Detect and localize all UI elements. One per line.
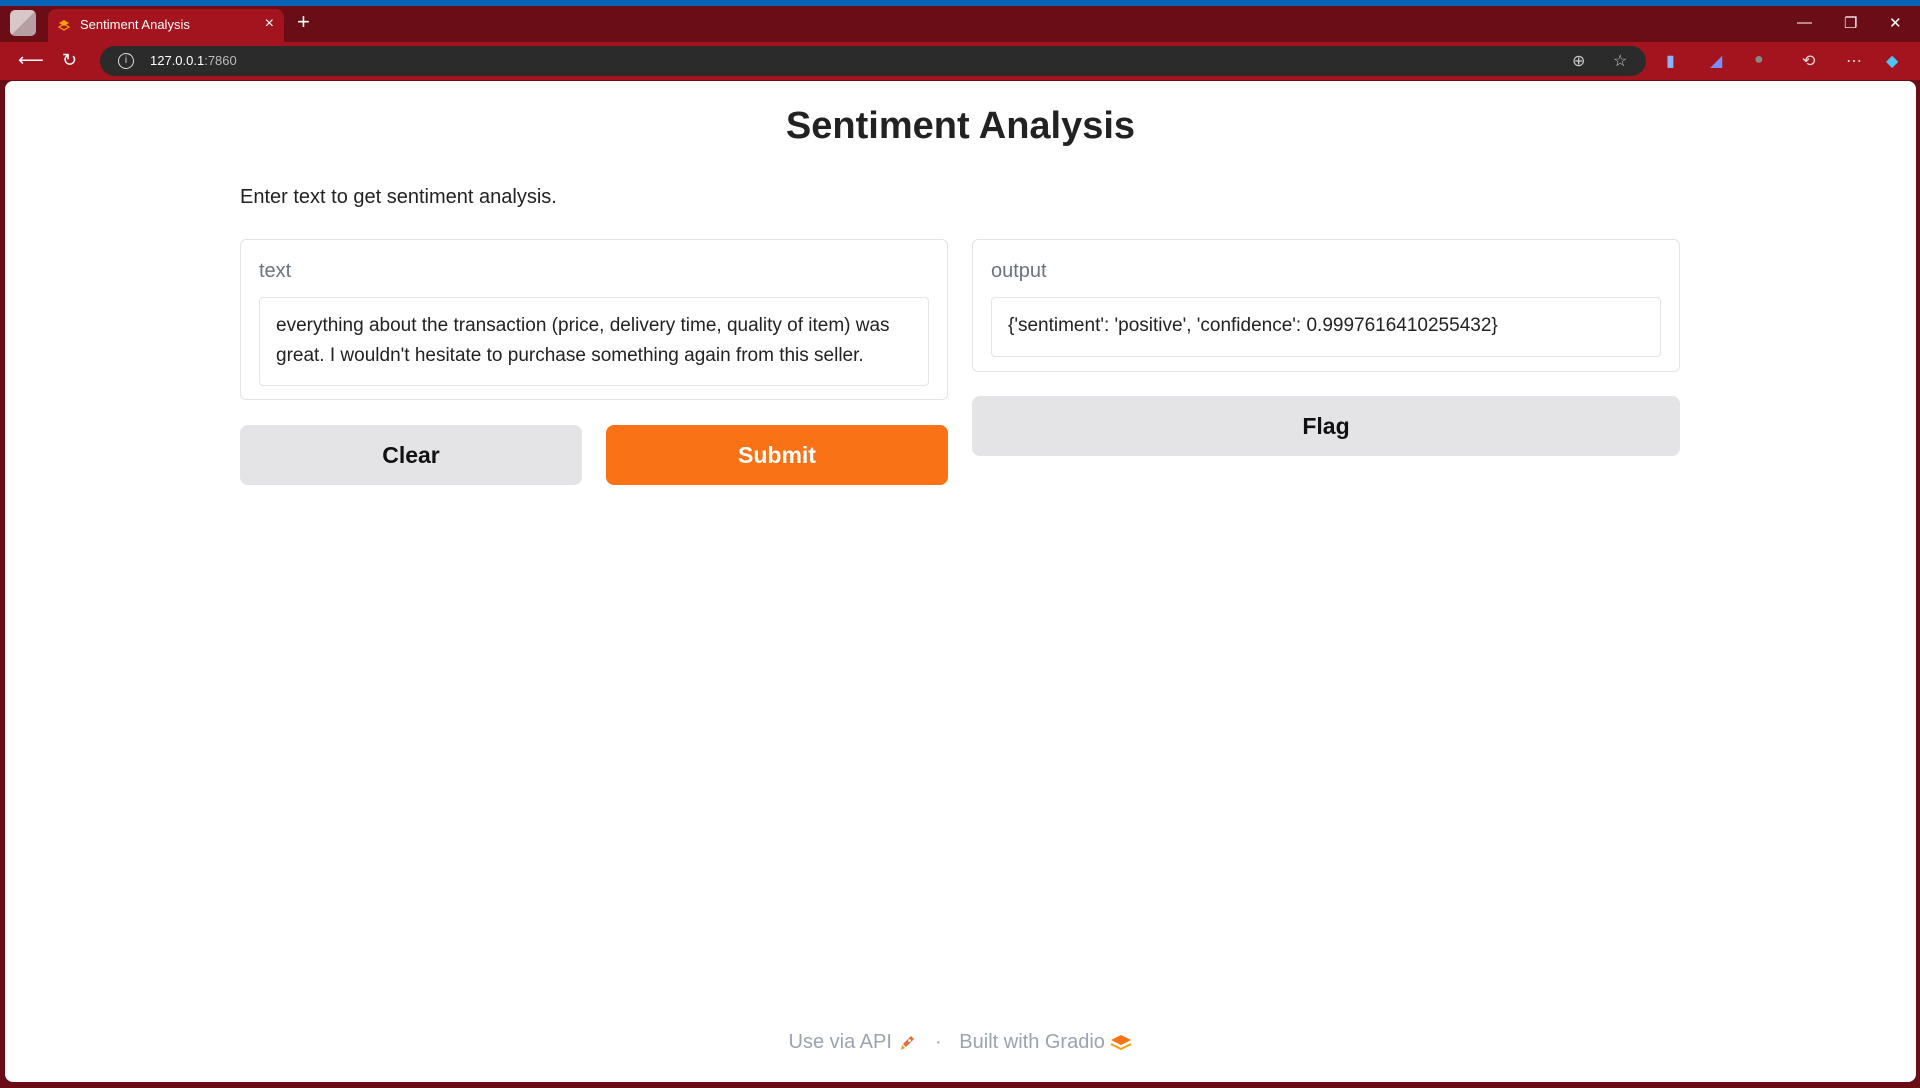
page-title: Sentiment Analysis: [785, 105, 1136, 147]
clear-button[interactable]: Clear: [240, 425, 582, 485]
restore-icon[interactable]: ❐: [1844, 14, 1857, 32]
footer-separator: ·: [935, 1031, 942, 1054]
input-panel: text everything about the transaction (p…: [240, 239, 948, 400]
extension-ai-icon[interactable]: ◢: [1710, 51, 1722, 71]
tab-title: Sentiment Analysis: [80, 17, 190, 32]
history-icon[interactable]: ⟲: [1802, 51, 1815, 71]
submit-button[interactable]: Submit: [606, 425, 948, 485]
favorite-star-icon[interactable]: ☆: [1613, 51, 1627, 71]
output-field: {'sentiment': 'positive', 'confidence': …: [991, 297, 1661, 357]
extension-document-icon[interactable]: ▮: [1666, 51, 1675, 71]
back-arrow-icon[interactable]: ⟵: [18, 50, 44, 71]
new-tab-button[interactable]: +: [297, 11, 310, 33]
output-label: output: [991, 260, 1047, 282]
profile-avatar[interactable]: [10, 10, 36, 36]
site-info-icon[interactable]: i: [118, 53, 134, 69]
browser-tab-bar: Sentiment Analysis × + — ❐ ✕: [0, 6, 1920, 42]
url-text: 127.0.0.1:7860: [150, 53, 237, 68]
flag-button[interactable]: Flag: [972, 396, 1680, 456]
page-description: Enter text to get sentiment analysis.: [240, 186, 557, 208]
copilot-icon[interactable]: ◆: [1886, 51, 1898, 71]
rocket-icon: [901, 1035, 915, 1050]
minimize-icon[interactable]: —: [1797, 14, 1812, 31]
text-input[interactable]: everything about the transaction (price,…: [259, 297, 929, 386]
reload-icon[interactable]: ↻: [62, 50, 77, 71]
built-with-gradio-link[interactable]: Built with Gradio: [959, 1031, 1105, 1053]
address-bar[interactable]: i 127.0.0.1:7860 ⊕ ☆: [100, 46, 1646, 76]
input-label: text: [259, 260, 292, 282]
output-panel: output {'sentiment': 'positive', 'confid…: [972, 239, 1680, 372]
zoom-icon[interactable]: ⊕: [1572, 51, 1585, 71]
tab-close-icon[interactable]: ×: [265, 15, 274, 33]
use-via-api-link[interactable]: Use via API: [789, 1031, 892, 1053]
footer: Use via API · Built with Gradio: [5, 1031, 1916, 1054]
gradio-favicon-icon: [58, 20, 70, 31]
page-viewport: Sentiment Analysis Enter text to get sen…: [5, 81, 1916, 1082]
window-close-icon[interactable]: ✕: [1889, 14, 1902, 32]
extension-circle-icon[interactable]: ●: [1754, 51, 1764, 69]
gradio-logo-icon: [1111, 1034, 1132, 1050]
browser-tab-active[interactable]: Sentiment Analysis ×: [48, 9, 284, 42]
browser-toolbar: ⟵ ↻ i 127.0.0.1:7860 ⊕ ☆ ▮ ◢ ● ⟲ ⋯ ◆: [0, 42, 1920, 80]
more-menu-icon[interactable]: ⋯: [1846, 51, 1862, 71]
